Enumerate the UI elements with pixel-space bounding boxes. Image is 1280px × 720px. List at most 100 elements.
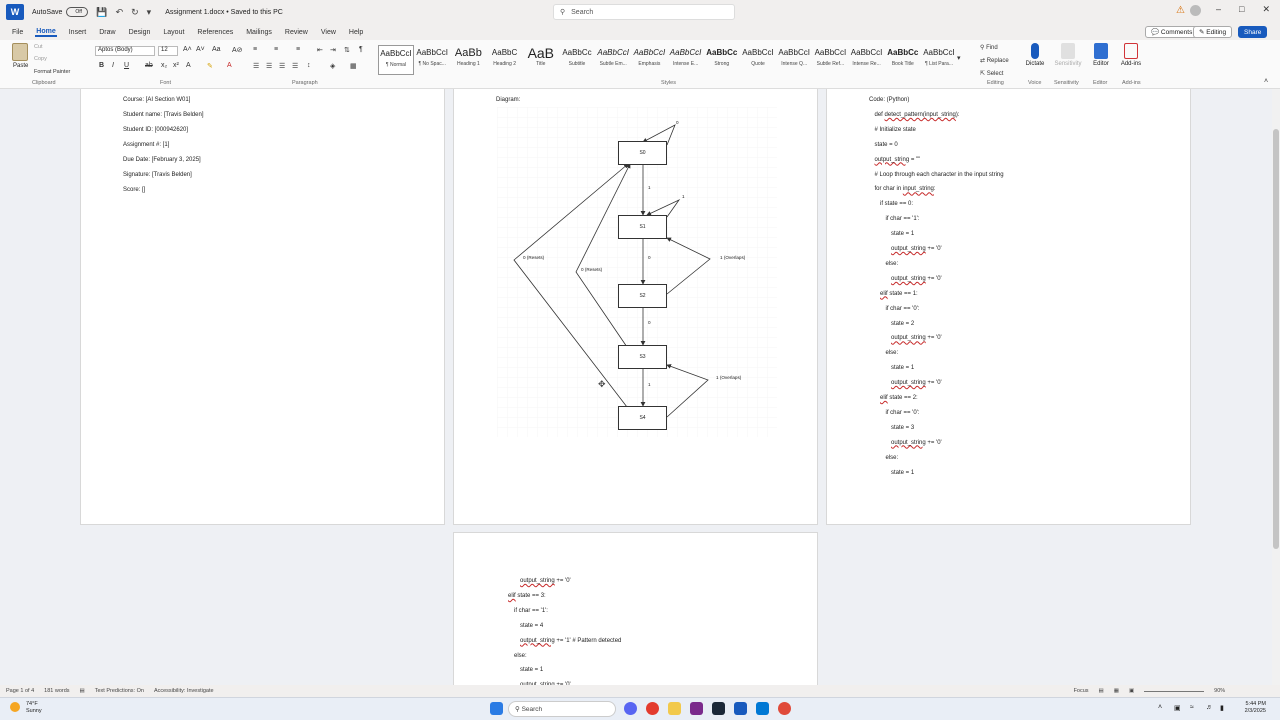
- shrink-font-icon[interactable]: A˅: [196, 46, 205, 53]
- page-3[interactable]: Code: (Python) def detect_pattern(input_s…: [826, 89, 1191, 525]
- tab-file[interactable]: File: [11, 29, 24, 36]
- align-center-icon[interactable]: ☰: [266, 62, 272, 70]
- tab-home[interactable]: Home: [35, 28, 57, 37]
- state-s2[interactable]: S2: [618, 284, 667, 308]
- zoom-level[interactable]: 90%: [1214, 688, 1225, 694]
- chrome-icon[interactable]: [646, 702, 659, 715]
- style-tile[interactable]: AaBbCcI Intense Re...: [849, 45, 885, 75]
- find-button[interactable]: ⚲ Find: [980, 44, 998, 51]
- bullets-icon[interactable]: ≡: [253, 46, 257, 53]
- style-tile[interactable]: AaBbCcI ¶ Normal: [378, 45, 414, 75]
- collapse-ribbon-icon[interactable]: ˄: [1264, 78, 1268, 85]
- share-button[interactable]: Share: [1238, 26, 1268, 38]
- align-left-icon[interactable]: ☰: [253, 62, 259, 70]
- proofing-icon[interactable]: ▤: [80, 688, 85, 694]
- increase-indent-icon[interactable]: ⇥: [330, 46, 336, 54]
- style-tile[interactable]: AaBbCcI ¶ No Spac...: [414, 45, 450, 75]
- borders-icon[interactable]: ▦: [350, 62, 357, 70]
- tab-help[interactable]: Help: [348, 29, 364, 36]
- weather-widget[interactable]: 74°F Sunny: [26, 701, 42, 715]
- state-s3[interactable]: S3: [618, 345, 667, 369]
- paste-button[interactable]: Paste: [13, 63, 28, 69]
- tab-layout[interactable]: Layout: [162, 29, 185, 36]
- vscode-icon[interactable]: [756, 702, 769, 715]
- word-taskbar-icon[interactable]: [734, 702, 747, 715]
- clear-formatting-icon[interactable]: A⊘: [232, 46, 243, 54]
- sort-icon[interactable]: ⇅: [344, 46, 350, 54]
- scrollbar-thumb[interactable]: [1273, 129, 1279, 549]
- redo-icon[interactable]: ↻: [131, 7, 139, 18]
- font-color-icon[interactable]: A: [227, 62, 232, 69]
- text-predictions[interactable]: Text Predictions: On: [95, 688, 144, 694]
- select-button[interactable]: ⇱ Select: [980, 70, 1003, 77]
- multilevel-list-icon[interactable]: ≡: [296, 46, 300, 53]
- text-effects-icon[interactable]: A: [186, 62, 191, 69]
- user-avatar-icon[interactable]: [1190, 5, 1201, 16]
- replace-button[interactable]: ⇄ Replace: [980, 57, 1009, 64]
- strikethrough-icon[interactable]: ab: [145, 62, 153, 69]
- style-tile[interactable]: AaBbCcI Emphasis: [631, 45, 667, 75]
- style-tile[interactable]: AaBbCcI ¶ List Para...: [921, 45, 957, 75]
- highlight-icon[interactable]: ✎: [207, 62, 213, 70]
- italic-icon[interactable]: I: [112, 62, 114, 69]
- web-layout-icon[interactable]: ▣: [1129, 688, 1134, 694]
- style-tile[interactable]: AaBbCcI Subtle Ref...: [812, 45, 848, 75]
- tab-design[interactable]: Design: [128, 29, 152, 36]
- styles-more-icon[interactable]: ▾: [957, 54, 961, 62]
- format-painter-button[interactable]: Format Painter: [34, 69, 70, 75]
- tab-view[interactable]: View: [320, 29, 337, 36]
- decrease-indent-icon[interactable]: ⇤: [317, 46, 323, 54]
- superscript-icon[interactable]: x²: [173, 62, 179, 69]
- maximize-icon[interactable]: □: [1239, 4, 1244, 15]
- title-search-input[interactable]: ⚲ Search: [553, 4, 735, 20]
- editing-mode-button[interactable]: ✎ Editing: [1193, 26, 1233, 38]
- editor-button[interactable]: Editor: [1090, 43, 1112, 67]
- minimize-icon[interactable]: –: [1216, 4, 1221, 15]
- system-clock[interactable]: 5:44 PM 2/3/2025: [1245, 701, 1266, 715]
- save-icon[interactable]: 💾: [96, 7, 107, 18]
- tray-chevron-icon[interactable]: ˄: [1158, 704, 1162, 711]
- vertical-scrollbar[interactable]: [1272, 89, 1280, 685]
- tab-references[interactable]: References: [196, 29, 234, 36]
- steam-icon[interactable]: [712, 702, 725, 715]
- state-s1[interactable]: S1: [618, 215, 667, 239]
- tab-draw[interactable]: Draw: [98, 29, 116, 36]
- subscript-icon[interactable]: x₂: [161, 62, 167, 69]
- zoom-slider[interactable]: [1144, 690, 1205, 692]
- show-marks-icon[interactable]: ¶: [359, 46, 363, 53]
- undo-icon[interactable]: ↶: [116, 7, 124, 18]
- page-1[interactable]: Course: [AI Section W01] Student name: [T…: [80, 89, 445, 525]
- close-icon[interactable]: ✕: [1262, 4, 1270, 15]
- tab-mailings[interactable]: Mailings: [245, 29, 273, 36]
- wifi-icon[interactable]: ≈: [1190, 704, 1194, 711]
- style-tile[interactable]: AaBb Heading 1: [450, 45, 486, 75]
- style-tile[interactable]: AaBbCc Subtitle: [559, 45, 595, 75]
- comments-button[interactable]: 💬 Comments: [1145, 26, 1199, 38]
- document-title[interactable]: Assignment 1.docx • Saved to this PC: [165, 9, 283, 16]
- read-mode-icon[interactable]: ▤: [1099, 688, 1104, 694]
- focus-mode[interactable]: Focus: [1074, 688, 1089, 694]
- shading-icon[interactable]: ◈: [330, 62, 335, 70]
- addins-button[interactable]: Add-ins: [1119, 43, 1143, 67]
- bold-icon[interactable]: B: [99, 62, 104, 69]
- style-tile[interactable]: AaBbCcI Intense Q...: [776, 45, 812, 75]
- align-right-icon[interactable]: ☰: [279, 62, 285, 70]
- grow-font-icon[interactable]: A˄: [183, 46, 192, 53]
- file-explorer-icon[interactable]: [668, 702, 681, 715]
- windows-start-icon[interactable]: [490, 702, 503, 715]
- style-tile[interactable]: AaB Title: [523, 45, 559, 75]
- state-diagram[interactable]: S0 S1 S2 S3 S4 0 1 1 0 0 1 0 (Resets) 0 …: [497, 107, 777, 437]
- page-4[interactable]: output_string += '0' elif state == 3: if c…: [453, 532, 818, 685]
- accessibility-status[interactable]: Accessibility: Investigate: [154, 688, 214, 694]
- customize-qat-icon[interactable]: ▾: [147, 7, 152, 18]
- word-count[interactable]: 181 words: [44, 688, 69, 694]
- tab-review[interactable]: Review: [284, 29, 309, 36]
- battery-icon[interactable]: ▮: [1220, 704, 1224, 712]
- print-layout-icon[interactable]: ▦: [1114, 688, 1119, 694]
- tray-app-icon[interactable]: ▣: [1174, 704, 1181, 712]
- change-case-icon[interactable]: Aa: [212, 46, 221, 53]
- underline-icon[interactable]: U: [124, 62, 129, 69]
- copy-button[interactable]: Copy: [34, 56, 47, 62]
- taskbar-search[interactable]: ⚲ Search: [508, 701, 616, 717]
- cut-button[interactable]: Cut: [34, 44, 43, 50]
